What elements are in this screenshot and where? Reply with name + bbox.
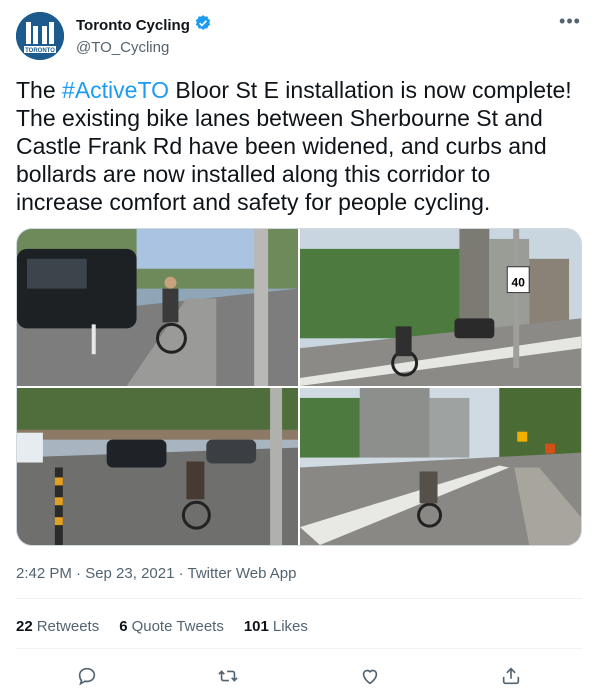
divider-bottom <box>16 648 582 649</box>
more-options-icon[interactable]: ••• <box>558 12 582 34</box>
media-grid: 40 <box>16 228 582 546</box>
photo-4[interactable] <box>300 388 581 545</box>
retweets-stat[interactable]: 22 Retweets <box>16 618 99 635</box>
tweet-text-before: The <box>16 77 63 103</box>
author-display-name[interactable]: Toronto Cycling <box>76 14 212 38</box>
likes-stat[interactable]: 101 Likes <box>244 618 308 635</box>
retweets-label: Retweets <box>36 617 100 635</box>
likes-count: 101 <box>243 617 269 635</box>
author-name-text: Toronto Cycling <box>76 17 190 34</box>
author-handle[interactable]: @TO_Cycling <box>76 38 212 58</box>
like-icon[interactable] <box>353 659 387 693</box>
photo-3[interactable] <box>17 388 298 545</box>
tweet-timestamp[interactable]: 2:42 PM · Sep 23, 2021 · Twitter Web App <box>16 565 296 582</box>
divider-top <box>16 598 582 599</box>
retweets-count: 22 <box>16 617 33 635</box>
tweet-text: The #ActiveTO Bloor St E installation is… <box>16 76 582 216</box>
share-icon[interactable] <box>494 659 528 693</box>
action-bar <box>16 660 582 692</box>
quotes-label: Quote Tweets <box>131 617 224 635</box>
author-info: Toronto Cycling @TO_Cycling <box>76 14 212 58</box>
engagement-stats: 22 Retweets 6 Quote Tweets 101 Likes <box>16 611 308 641</box>
retweet-icon[interactable] <box>211 659 245 693</box>
verified-badge-icon <box>194 14 212 38</box>
likes-label: Likes <box>272 617 308 635</box>
photo-1[interactable] <box>17 229 298 386</box>
avatar[interactable]: TORONTO <box>16 12 64 60</box>
reply-icon[interactable] <box>70 659 104 693</box>
photo-2[interactable]: 40 <box>300 229 581 386</box>
quotes-count: 6 <box>119 617 128 635</box>
avatar-wordmark: TORONTO <box>25 48 55 54</box>
hashtag-link[interactable]: #ActiveTO <box>62 77 169 103</box>
speed-limit-sign: 40 <box>512 276 526 290</box>
quote-tweets-stat[interactable]: 6 Quote Tweets <box>119 618 224 635</box>
